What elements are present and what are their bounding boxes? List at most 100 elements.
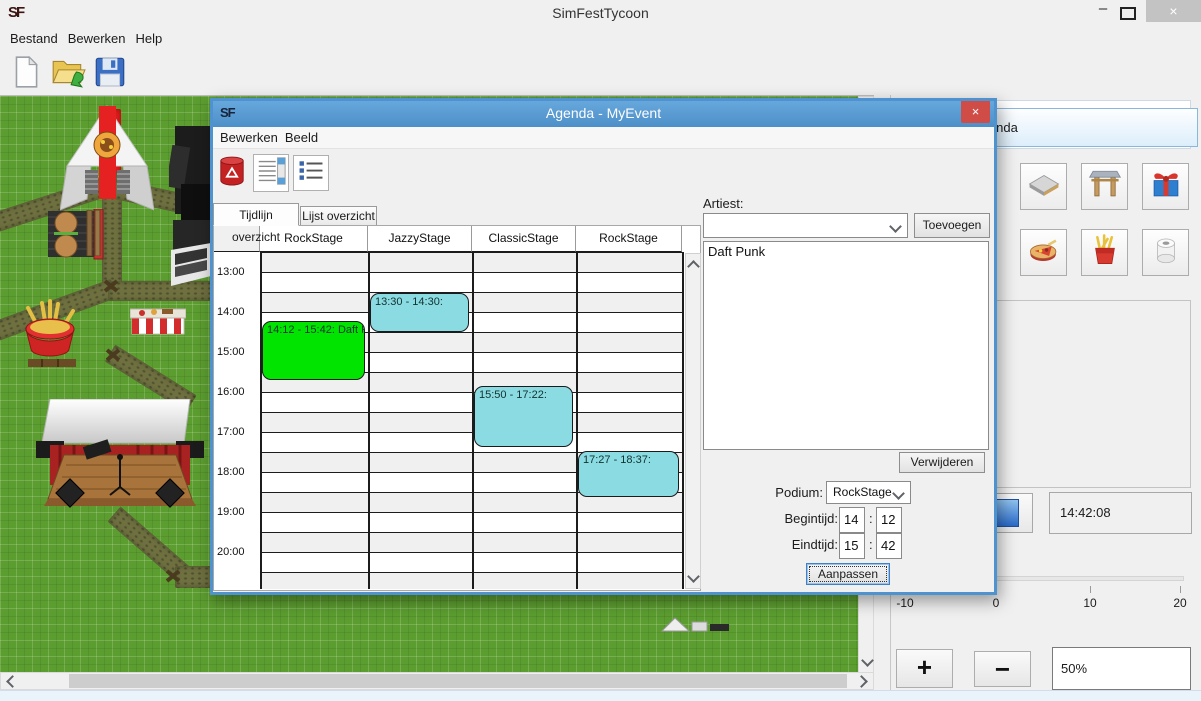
zoom-level-display: 50% (1052, 647, 1191, 690)
time-label: 20:00 (217, 546, 259, 560)
shop-item-toilet-paper[interactable] (1142, 229, 1189, 276)
time-label: 14:00 (217, 306, 259, 320)
end-time-label: Eindtijd: (758, 537, 838, 552)
podium-combo-value: RockStage (833, 485, 892, 499)
bench[interactable] (86, 210, 102, 261)
slider-tick-label: -10 (890, 596, 920, 610)
grid-line (260, 252, 262, 589)
schedule-grid-container: RockStageJazzyStageClassicStageRockStage… (213, 225, 701, 591)
gift-icon (1149, 167, 1183, 206)
add-artist-button[interactable]: Toevoegen (914, 213, 990, 238)
column-header: ClassicStage (472, 226, 576, 252)
apply-button[interactable]: Aanpassen (806, 563, 890, 585)
close-button[interactable]: × (1146, 0, 1201, 22)
artist-list-item[interactable]: Daft Punk (704, 242, 988, 261)
begin-time-label: Begintijd: (758, 511, 838, 526)
fries-icon (1088, 233, 1122, 272)
scrollbar-thumb[interactable] (69, 674, 847, 688)
new-file-icon (8, 77, 44, 94)
striped-stand[interactable] (130, 302, 186, 343)
events-layer: 14:12 - 15:42: Daft Punk13:30 - 14:30: 15… (260, 252, 682, 589)
grid-line (682, 252, 684, 589)
scroll-left-icon[interactable] (3, 673, 19, 689)
remove-artist-button[interactable]: Verwijderen (899, 452, 985, 473)
schedule-event[interactable]: 15:50 - 17:22: (474, 386, 573, 446)
menu-bestand[interactable]: Bestand (10, 31, 58, 46)
map-horizontal-scrollbar[interactable] (0, 672, 874, 690)
main-stage[interactable] (36, 399, 204, 522)
artist-listbox[interactable]: Daft Punk (703, 241, 989, 450)
dialog-close-button[interactable]: × (961, 101, 990, 123)
schedule-event[interactable]: 14:12 - 15:42: Daft Punk (262, 321, 365, 380)
grid-vertical-scrollbar[interactable] (685, 253, 701, 589)
save-file-icon (92, 77, 128, 94)
minimize-button[interactable]: – (1090, 0, 1116, 22)
time-separator: : (869, 537, 873, 552)
time-label: 17:00 (217, 426, 259, 440)
time-separator: : (869, 511, 873, 526)
window-titlebar: SF SimFestTycoon – × (0, 0, 1201, 28)
timeline-view-button[interactable] (253, 154, 289, 192)
artist-combobox[interactable] (703, 213, 908, 238)
time-label: 15:00 (217, 346, 259, 360)
shop-item-gift[interactable] (1142, 163, 1189, 210)
shop-item-gate[interactable] (1081, 163, 1128, 210)
zoom-in-button[interactable]: + (896, 649, 953, 688)
new-file-button[interactable] (8, 54, 46, 92)
column-header: RockStage (576, 226, 682, 252)
open-file-icon (50, 77, 86, 94)
chevron-down-icon (889, 220, 902, 233)
zoom-out-button[interactable]: − (974, 651, 1031, 687)
artist-label: Artiest: (703, 196, 743, 211)
menu-bewerken[interactable]: Bewerken (68, 31, 126, 46)
shop-item-road-tile[interactable] (1020, 163, 1067, 210)
status-strip (0, 690, 1201, 701)
road-tile-icon (1027, 167, 1061, 206)
scroll-up-icon[interactable] (685, 256, 701, 272)
scroll-right-icon[interactable] (855, 673, 871, 689)
grid-line (576, 252, 578, 589)
end-hour-input[interactable]: 15 (839, 533, 865, 559)
window-menubar: Bestand Bewerken Help (0, 28, 1201, 50)
time-label: 13:00 (217, 266, 259, 280)
distant-tent[interactable] (658, 616, 742, 639)
podium-combobox[interactable]: RockStage (826, 481, 911, 504)
tab-1[interactable]: Tijdlijn overzicht (213, 203, 299, 226)
column-header: JazzyStage (368, 226, 472, 252)
schedule-event[interactable]: 17:27 - 18:37: (578, 451, 679, 497)
podium-label: Podium: (751, 485, 823, 500)
shop-item-pizza[interactable] (1020, 229, 1067, 276)
time-label: 19:00 (217, 506, 259, 520)
trash-icon (218, 156, 246, 193)
dialog-menu-bewerken[interactable]: Bewerken (220, 130, 278, 145)
scroll-down-icon[interactable] (685, 570, 701, 586)
window-toolbar (0, 50, 1201, 95)
shop-item-fries[interactable] (1081, 229, 1128, 276)
dialog-menu-beeld[interactable]: Beeld (285, 130, 318, 145)
maximize-button[interactable] (1120, 7, 1136, 20)
begin-hour-input[interactable]: 14 (839, 507, 865, 533)
time-label: 18:00 (217, 466, 259, 480)
menu-help[interactable]: Help (136, 31, 163, 46)
path-junction-marker (103, 279, 119, 293)
schedule-event[interactable]: 13:30 - 14:30: (370, 293, 469, 332)
clock-display: 14:42:08 (1049, 492, 1192, 534)
begin-minute-input[interactable]: 12 (876, 507, 902, 533)
dialog-menubar: Bewerken Beeld (213, 127, 994, 149)
scroll-down-icon[interactable] (859, 654, 874, 670)
end-minute-input[interactable]: 42 (876, 533, 902, 559)
delete-button[interactable] (217, 157, 247, 191)
save-file-button[interactable] (92, 54, 130, 92)
agenda-dialog: SF Agenda - MyEvent × Bewerken Beeld (210, 98, 997, 595)
festival-tent[interactable] (60, 104, 154, 221)
dialog-titlebar[interactable]: SF Agenda - MyEvent × (213, 101, 994, 127)
wood-plank (28, 354, 76, 372)
path-junction-marker (165, 569, 181, 583)
slider-tick-label: 0 (981, 596, 1011, 610)
fries-stand[interactable] (21, 299, 79, 362)
stage-tower[interactable] (169, 126, 213, 296)
list-view-button[interactable] (293, 155, 329, 191)
grid-line (368, 252, 370, 589)
tab-2[interactable]: Lijst overzicht (300, 206, 377, 226)
open-file-button[interactable] (50, 54, 88, 92)
